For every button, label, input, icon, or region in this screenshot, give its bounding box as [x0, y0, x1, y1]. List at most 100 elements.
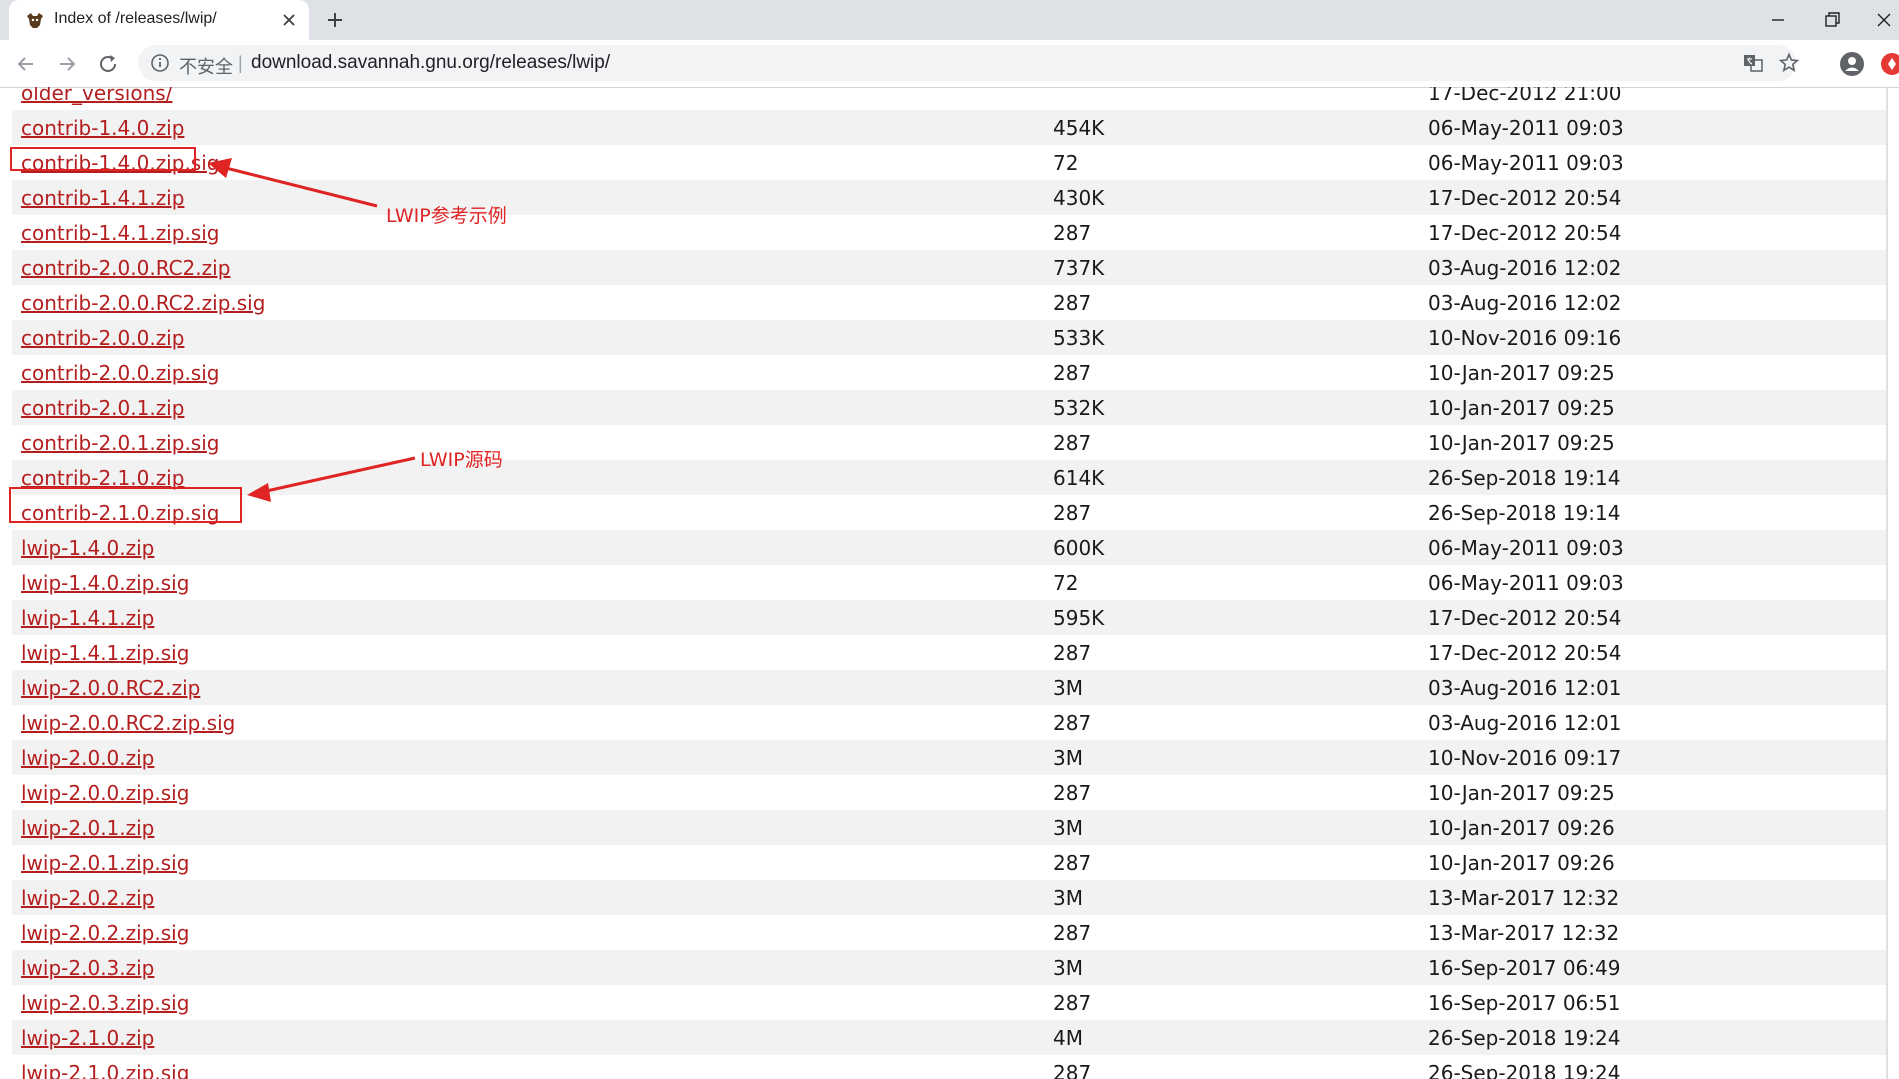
file-link[interactable]: contrib-2.1.0.zip: [21, 466, 184, 490]
file-date: 10-Jan-2017 09:25: [1428, 780, 1615, 805]
file-size: 287: [1053, 780, 1092, 805]
table-row: contrib-2.0.1.zip 532K 10-Jan-2017 09:25: [12, 390, 1887, 425]
table-row: lwip-2.0.0.RC2.zip.sig 287 03-Aug-2016 12:…: [12, 705, 1887, 740]
restore-icon[interactable]: [1820, 8, 1844, 32]
file-date: 06-May-2011 09:03: [1428, 150, 1624, 175]
page-viewport: older_versions/ 17-Dec-2012 21:00 contri…: [0, 87, 1899, 1079]
file-size: 3M: [1053, 675, 1083, 700]
table-row: lwip-2.0.3.zip 3M 16-Sep-2017 06:49: [12, 950, 1887, 985]
table-row: lwip-1.4.0.zip.sig 72 06-May-2011 09:03: [12, 565, 1887, 600]
table-row: contrib-2.0.1.zip.sig 287 10-Jan-2017 09:2…: [12, 425, 1887, 460]
reload-icon[interactable]: [95, 51, 121, 77]
file-size: 72: [1053, 150, 1079, 175]
file-link[interactable]: contrib-1.4.0.zip: [21, 116, 184, 140]
file-size: 287: [1053, 640, 1092, 665]
table-row: lwip-2.0.0.zip.sig 287 10-Jan-2017 09:25: [12, 775, 1887, 810]
table-row: lwip-2.1.0.zip 4M 26-Sep-2018 19:24: [12, 1020, 1887, 1055]
file-size: 3M: [1053, 815, 1083, 840]
table-row: contrib-2.0.0.zip.sig 287 10-Jan-2017 09:2…: [12, 355, 1887, 390]
window-close-icon[interactable]: [1872, 8, 1896, 32]
file-link[interactable]: lwip-2.0.0.zip.sig: [21, 781, 189, 805]
file-link[interactable]: contrib-2.0.1.zip: [21, 396, 184, 420]
info-icon[interactable]: [150, 53, 170, 73]
file-size: 532K: [1053, 395, 1105, 420]
account-icon[interactable]: [1838, 50, 1866, 78]
highlight-box-lwip: [9, 487, 242, 523]
file-link[interactable]: contrib-2.0.1.zip.sig: [21, 431, 219, 455]
file-size: 287: [1053, 500, 1092, 525]
file-link[interactable]: lwip-2.0.2.zip: [21, 886, 154, 910]
browser-toolbar: 不安全 | download.savannah.gnu.org/releases…: [0, 40, 1899, 88]
close-icon[interactable]: [280, 11, 298, 29]
file-date: 17-Dec-2012 20:54: [1428, 220, 1622, 245]
file-listing-body: older_versions/ 17-Dec-2012 21:00 contri…: [12, 87, 1887, 1079]
file-link[interactable]: contrib-2.0.0.zip.sig: [21, 361, 219, 385]
file-date: 17-Dec-2012 20:54: [1428, 185, 1622, 210]
file-link[interactable]: contrib-2.0.0.RC2.zip.sig: [21, 291, 265, 315]
gnu-icon: [27, 13, 43, 28]
file-link[interactable]: older_versions/: [21, 87, 172, 105]
file-link[interactable]: lwip-2.0.0.RC2.zip: [21, 676, 200, 700]
file-size: 3M: [1053, 885, 1083, 910]
file-date: 17-Dec-2012 21:00: [1428, 87, 1622, 105]
annotation-label-source: LWIP源码: [420, 449, 503, 471]
file-link[interactable]: lwip-2.0.3.zip.sig: [21, 991, 189, 1015]
star-icon[interactable]: [1778, 52, 1800, 74]
file-size: 287: [1053, 710, 1092, 735]
table-row: contrib-1.4.0.zip 454K 06-May-2011 09:03: [12, 110, 1887, 145]
tab-title: Index of /releases/lwip/: [54, 10, 217, 27]
file-link[interactable]: contrib-1.4.1.zip: [21, 186, 184, 210]
url-text[interactable]: download.savannah.gnu.org/releases/lwip/: [251, 52, 610, 74]
minimize-icon[interactable]: [1766, 8, 1790, 32]
table-row: contrib-2.0.0.RC2.zip.sig 287 03-Aug-2016 …: [12, 285, 1887, 320]
file-link[interactable]: contrib-1.4.1.zip.sig: [21, 221, 219, 245]
file-link[interactable]: lwip-2.1.0.zip.sig: [21, 1061, 189, 1079]
file-link[interactable]: lwip-2.0.1.zip: [21, 816, 154, 840]
file-size: 287: [1053, 290, 1092, 315]
file-date: 10-Jan-2017 09:26: [1428, 815, 1615, 840]
table-row: lwip-2.0.3.zip.sig 287 16-Sep-2017 06:51: [12, 985, 1887, 1020]
file-size: 3M: [1053, 955, 1083, 980]
file-link[interactable]: lwip-1.4.0.zip: [21, 536, 154, 560]
file-date: 06-May-2011 09:03: [1428, 535, 1624, 560]
arrow-left-icon[interactable]: [13, 51, 39, 77]
table-row: lwip-2.0.1.zip 3M 10-Jan-2017 09:26: [12, 810, 1887, 845]
file-link[interactable]: lwip-2.1.0.zip: [21, 1026, 154, 1050]
file-date: 26-Sep-2018 19:24: [1428, 1060, 1621, 1079]
file-link[interactable]: lwip-2.0.2.zip.sig: [21, 921, 189, 945]
extension-icon[interactable]: [1880, 52, 1899, 76]
file-date: 06-May-2011 09:03: [1428, 115, 1624, 140]
file-link[interactable]: lwip-2.0.1.zip.sig: [21, 851, 189, 875]
file-size: 737K: [1053, 255, 1105, 280]
file-size: 287: [1053, 220, 1092, 245]
file-size: 3M: [1053, 745, 1083, 770]
file-listing-table: older_versions/ 17-Dec-2012 21:00 contri…: [12, 87, 1887, 1079]
file-date: 26-Sep-2018 19:14: [1428, 465, 1621, 490]
address-bar[interactable]: 不安全 | download.savannah.gnu.org/releases…: [138, 45, 1800, 81]
table-row: contrib-2.1.0.zip 614K 26-Sep-2018 19:14: [12, 460, 1887, 495]
browser-tab[interactable]: Index of /releases/lwip/: [9, 0, 309, 40]
translate-icon[interactable]: [1742, 52, 1764, 74]
file-link[interactable]: lwip-2.0.3.zip: [21, 956, 154, 980]
file-link[interactable]: lwip-1.4.1.zip: [21, 606, 154, 630]
file-link[interactable]: contrib-2.0.0.RC2.zip: [21, 256, 230, 280]
file-date: 03-Aug-2016 12:02: [1428, 255, 1622, 280]
file-link[interactable]: contrib-2.0.0.zip: [21, 326, 184, 350]
file-size: 287: [1053, 1060, 1092, 1079]
file-date: 03-Aug-2016 12:02: [1428, 290, 1622, 315]
arrow-right-icon[interactable]: [54, 51, 80, 77]
file-size: 600K: [1053, 535, 1105, 560]
file-date: 16-Sep-2017 06:49: [1428, 955, 1621, 980]
file-date: 10-Jan-2017 09:25: [1428, 360, 1615, 385]
plus-icon[interactable]: [325, 10, 345, 30]
file-link[interactable]: lwip-2.0.0.RC2.zip.sig: [21, 711, 235, 735]
file-size: 287: [1053, 850, 1092, 875]
file-link[interactable]: lwip-2.0.0.zip: [21, 746, 154, 770]
file-date: 16-Sep-2017 06:51: [1428, 990, 1621, 1015]
file-date: 10-Jan-2017 09:25: [1428, 395, 1615, 420]
file-link[interactable]: lwip-1.4.0.zip.sig: [21, 571, 189, 595]
table-row: contrib-1.4.1.zip.sig 287 17-Dec-2012 20:5…: [12, 215, 1887, 250]
file-date: 10-Nov-2016 09:17: [1428, 745, 1622, 770]
security-label[interactable]: 不安全: [179, 53, 233, 79]
file-link[interactable]: lwip-1.4.1.zip.sig: [21, 641, 189, 665]
